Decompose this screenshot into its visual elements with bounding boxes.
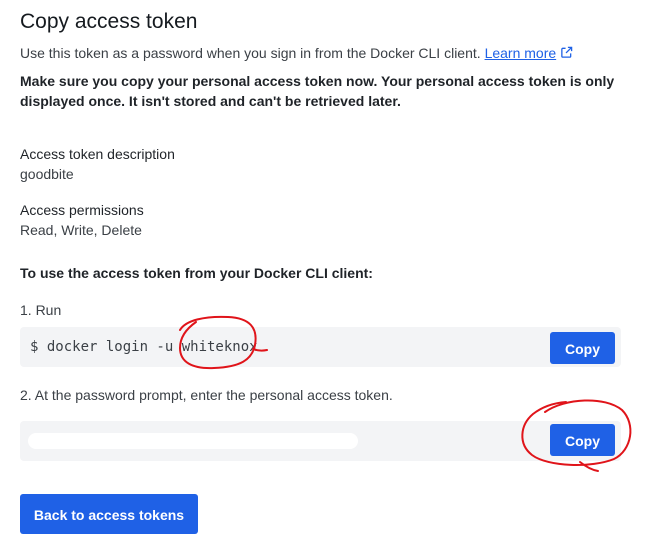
warning-message: Make sure you copy your personal access … [20,73,615,109]
subtitle-text: Use this token as a password when you si… [20,45,481,61]
token-box: Copy [20,421,621,461]
permissions-value: Read, Write, Delete [20,222,142,238]
external-link-icon [561,46,573,58]
page-title: Copy access token [20,10,198,33]
permissions-label: Access permissions [20,202,144,218]
copy-token-button[interactable]: Copy [550,424,615,456]
login-command: $ docker login -u whiteknox [30,339,258,355]
step-2-label: 2. At the password prompt, enter the per… [20,387,393,403]
instructions-heading: To use the access token from your Docker… [20,265,373,281]
copy-command-button[interactable]: Copy [550,332,615,364]
redacted-token [28,433,358,449]
page-subtitle: Use this token as a password when you si… [20,44,573,62]
login-command-box: $ docker login -u whiteknox Copy [20,327,621,367]
step-1-label: 1. Run [20,302,62,318]
learn-more-label: Learn more [484,45,557,61]
description-value: goodbite [20,166,74,182]
description-label: Access token description [20,146,175,162]
back-to-access-tokens-button[interactable]: Back to access tokens [20,494,198,534]
learn-more-link[interactable]: Learn more [485,45,574,61]
